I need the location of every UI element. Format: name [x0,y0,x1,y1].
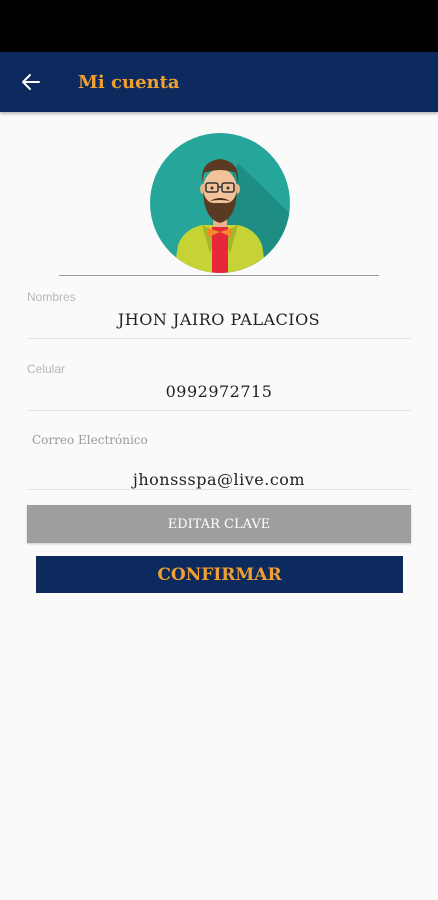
confirm-button[interactable]: CONFIRMAR [36,556,403,593]
celular-label: Celular [27,362,66,376]
email-label: Correo Electrónico [32,433,148,447]
arrow-left-icon [22,74,40,90]
app-bar: Mi cuenta [0,52,438,112]
status-bar [0,0,438,52]
email-field[interactable]: Correo Electrónico jhonssspa@live.com [27,432,411,490]
celular-field[interactable]: Celular 0992972715 [27,362,411,411]
avatar-divider [59,275,379,276]
nombres-field[interactable]: Nombres JHON JAIRO PALACIOS [27,290,411,339]
bearded-man-avatar-icon [150,133,290,273]
nombres-label: Nombres [27,290,76,304]
email-value[interactable]: jhonssspa@live.com [27,470,411,489]
celular-value[interactable]: 0992972715 [27,382,411,401]
nombres-value[interactable]: JHON JAIRO PALACIOS [27,310,411,329]
back-button[interactable] [0,52,62,112]
edit-password-button[interactable]: EDITAR CLAVE [27,505,411,543]
avatar[interactable] [150,133,290,273]
page-title: Mi cuenta [78,71,180,93]
